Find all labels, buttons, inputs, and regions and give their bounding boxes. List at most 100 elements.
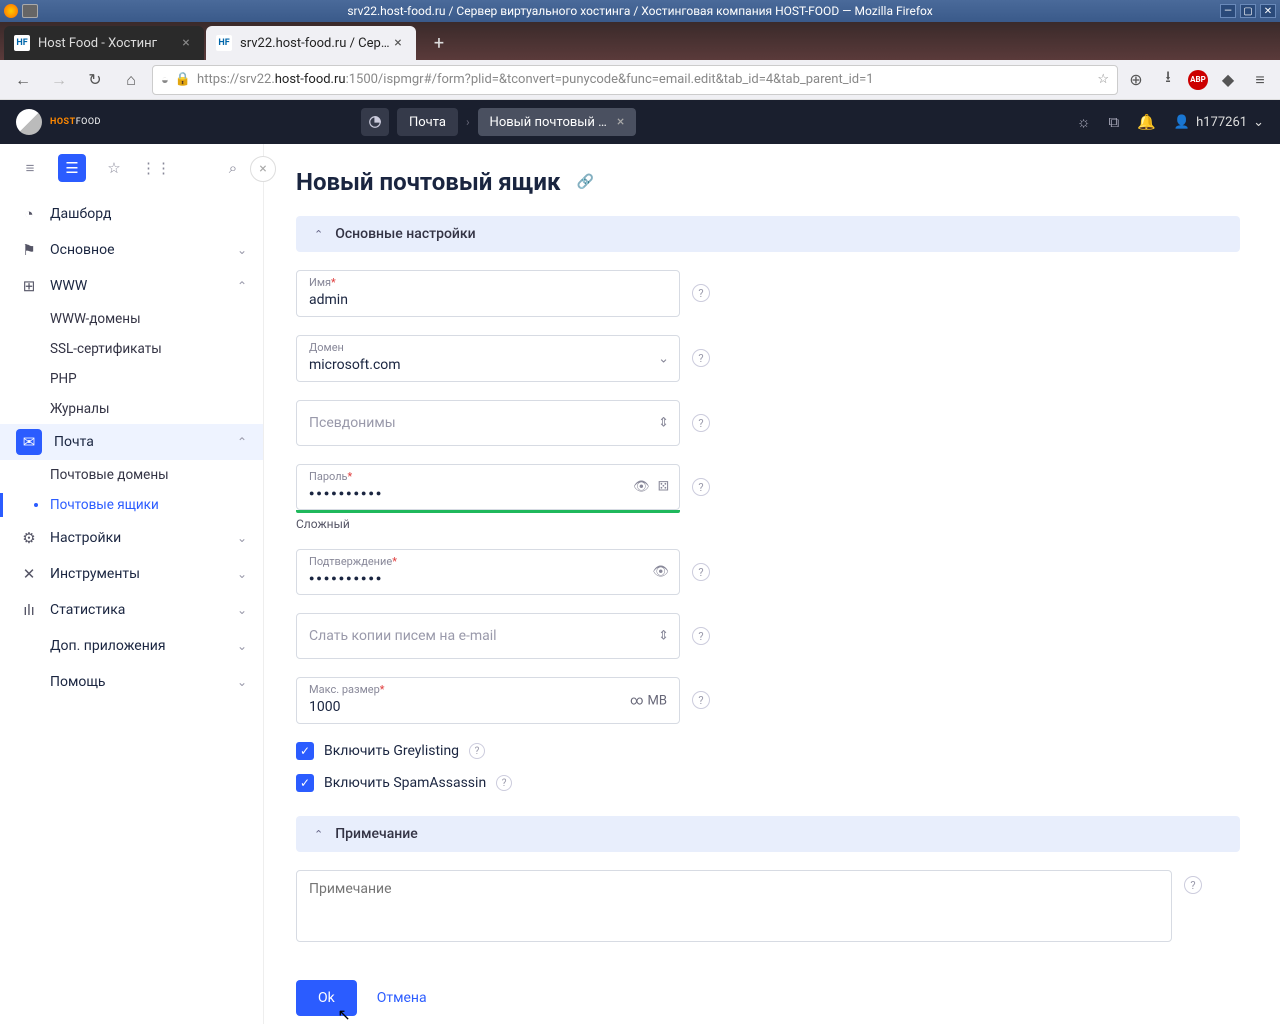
- checkbox-spamassassin[interactable]: ✓ Включить SpamAssassin ?: [296, 774, 1240, 792]
- checkbox-label: Включить SpamAssassin: [324, 775, 486, 791]
- search-icon[interactable]: ⌕: [219, 154, 247, 182]
- field-label: Подтверждение*: [309, 555, 397, 568]
- nav-www[interactable]: ⊞ WWW ⌃: [0, 268, 263, 304]
- maxsize-field[interactable]: Макс. размер* ∞ MB: [296, 677, 680, 724]
- field-row-confirm: Подтверждение* ●●●●●●●●●● 👁 ?: [296, 549, 1240, 595]
- url-host: host-food.ru: [275, 72, 346, 87]
- forward-field[interactable]: Слать копии писем на e-mail ⇕: [296, 613, 680, 659]
- breadcrumb-current[interactable]: Новый почтовый … ×: [478, 108, 637, 136]
- nav-mail-domains[interactable]: Почтовые домены: [0, 460, 263, 490]
- aliases-field[interactable]: Псевдонимы ⇕: [296, 400, 680, 446]
- chevron-down-icon[interactable]: ⌄: [658, 351, 669, 366]
- star-icon[interactable]: ☆: [100, 154, 128, 182]
- browser-tab-2[interactable]: HF srv22.host-food.ru / Сервер… ×: [206, 26, 416, 60]
- chevron-up-icon: ⌃: [314, 828, 323, 841]
- checkbox-greylisting[interactable]: ✓ Включить Greylisting ?: [296, 742, 1240, 760]
- bell-icon[interactable]: 🔔: [1137, 113, 1156, 131]
- nav-php[interactable]: PHP: [0, 364, 263, 394]
- name-field[interactable]: Имя*: [296, 270, 680, 317]
- bookmark-star-icon[interactable]: ☆: [1097, 72, 1109, 87]
- theme-icon[interactable]: ☼: [1077, 113, 1091, 131]
- nav-mail-boxes[interactable]: Почтовые ящики: [0, 490, 263, 520]
- expand-icon[interactable]: ⇕: [658, 416, 669, 431]
- help-icon[interactable]: ?: [692, 284, 710, 302]
- help-icon[interactable]: ?: [692, 691, 710, 709]
- downloads-icon[interactable]: ⭳: [1156, 68, 1180, 92]
- nav-ssl[interactable]: SSL-сертификаты: [0, 334, 263, 364]
- logo[interactable]: HOSTFOOD: [16, 109, 101, 135]
- abp-icon[interactable]: ABP: [1188, 70, 1208, 90]
- name-input[interactable]: [309, 285, 667, 308]
- nav-dashboard[interactable]: ◔ Дашборд: [0, 196, 263, 232]
- nav-www-domains[interactable]: WWW-домены: [0, 304, 263, 334]
- close-panel-button[interactable]: ×: [250, 156, 276, 182]
- confirm-field[interactable]: Подтверждение* ●●●●●●●●●● 👁: [296, 549, 680, 595]
- pocket-icon[interactable]: ⊕: [1124, 68, 1148, 92]
- infinity-icon[interactable]: ∞: [630, 693, 643, 708]
- chevron-down-icon: ⌄: [237, 243, 247, 257]
- section-main-settings[interactable]: ⌃ Основные настройки: [296, 216, 1240, 252]
- menu-button[interactable]: ≡: [1248, 68, 1272, 92]
- maximize-button[interactable]: ▢: [1240, 4, 1256, 18]
- nav-sub-label: Журналы: [50, 401, 109, 417]
- tab-close-button[interactable]: ×: [390, 35, 406, 51]
- nav-help[interactable]: Помощь ⌄: [0, 664, 263, 700]
- close-window-button[interactable]: ✕: [1260, 4, 1276, 18]
- chevron-down-icon: ⌄: [237, 639, 247, 653]
- nav-settings[interactable]: ⚙ Настройки ⌄: [0, 520, 263, 556]
- help-icon[interactable]: ?: [692, 478, 710, 496]
- browser-tabstrip: HF Host Food - Хостинг × HF srv22.host-f…: [0, 22, 1280, 60]
- ok-button[interactable]: Ok ↖: [296, 980, 357, 1016]
- help-icon[interactable]: ?: [1184, 876, 1202, 894]
- eye-icon[interactable]: 👁: [652, 565, 669, 580]
- user-icon: 👤: [1174, 115, 1190, 130]
- nav-stats[interactable]: ılı Статистика ⌄: [0, 592, 263, 628]
- nav-addons[interactable]: Доп. приложения ⌄: [0, 628, 263, 664]
- section-note[interactable]: ⌃ Примечание: [296, 816, 1240, 852]
- url-bar[interactable]: ◒ 🔒 https://srv22.host-food.ru:1500/ispm…: [152, 65, 1118, 95]
- cursor-icon: ↖: [337, 1005, 350, 1024]
- eye-icon[interactable]: 👁: [633, 480, 650, 495]
- section-title: Примечание: [335, 826, 418, 842]
- browser-tab-1[interactable]: HF Host Food - Хостинг ×: [4, 26, 204, 60]
- tab-close-button[interactable]: ×: [178, 35, 194, 51]
- link-icon[interactable]: 🔗: [576, 174, 593, 190]
- help-icon[interactable]: ?: [692, 627, 710, 645]
- generate-icon[interactable]: ⚄: [658, 480, 669, 495]
- menu-icon[interactable]: ≡: [16, 154, 44, 182]
- user-menu[interactable]: 👤 h177261 ⌄: [1174, 115, 1264, 130]
- expand-icon[interactable]: ⇕: [658, 629, 669, 644]
- nav-logs[interactable]: Журналы: [0, 394, 263, 424]
- domain-field[interactable]: Домен microsoft.com ⌄: [296, 335, 680, 382]
- help-icon[interactable]: ?: [469, 743, 485, 759]
- checkbox-checked-icon[interactable]: ✓: [296, 742, 314, 760]
- nav-mail[interactable]: ✉ Почта ⌃: [0, 424, 263, 460]
- layout-icon[interactable]: ⧉: [1109, 113, 1120, 131]
- note-textarea[interactable]: [296, 870, 1172, 942]
- home-button[interactable]: ⌂: [116, 65, 146, 95]
- nav-tools[interactable]: ✕ Инструменты ⌄: [0, 556, 263, 592]
- list-icon[interactable]: ☰: [58, 154, 86, 182]
- checkbox-checked-icon[interactable]: ✓: [296, 774, 314, 792]
- help-icon[interactable]: ?: [692, 349, 710, 367]
- breadcrumb-close-icon[interactable]: ×: [617, 114, 624, 130]
- minimize-button[interactable]: —: [1220, 4, 1236, 18]
- active-dot-icon: [34, 503, 38, 507]
- new-tab-button[interactable]: +: [422, 28, 456, 58]
- breadcrumb-home-icon[interactable]: [361, 108, 389, 136]
- help-icon[interactable]: ?: [692, 563, 710, 581]
- forward-button[interactable]: →: [44, 65, 74, 95]
- breadcrumb-mail[interactable]: Почта: [397, 108, 458, 136]
- footsteps-icon[interactable]: ⋮⋮: [142, 154, 170, 182]
- nav-main[interactable]: ⚑ Основное ⌄: [0, 232, 263, 268]
- help-icon[interactable]: ?: [496, 775, 512, 791]
- extension-icon[interactable]: ◆: [1216, 68, 1240, 92]
- help-icon[interactable]: ?: [692, 414, 710, 432]
- forward-placeholder: Слать копии писем на e-mail: [309, 628, 667, 644]
- reload-button[interactable]: ↻: [80, 65, 110, 95]
- brand-part2: FOOD: [76, 117, 101, 127]
- back-button[interactable]: ←: [8, 65, 38, 95]
- password-field[interactable]: Пароль* ●●●●●●●●●● 👁 ⚄: [296, 464, 680, 510]
- cancel-button[interactable]: Отмена: [377, 990, 427, 1006]
- field-row-forward: Слать копии писем на e-mail ⇕ ?: [296, 613, 1240, 659]
